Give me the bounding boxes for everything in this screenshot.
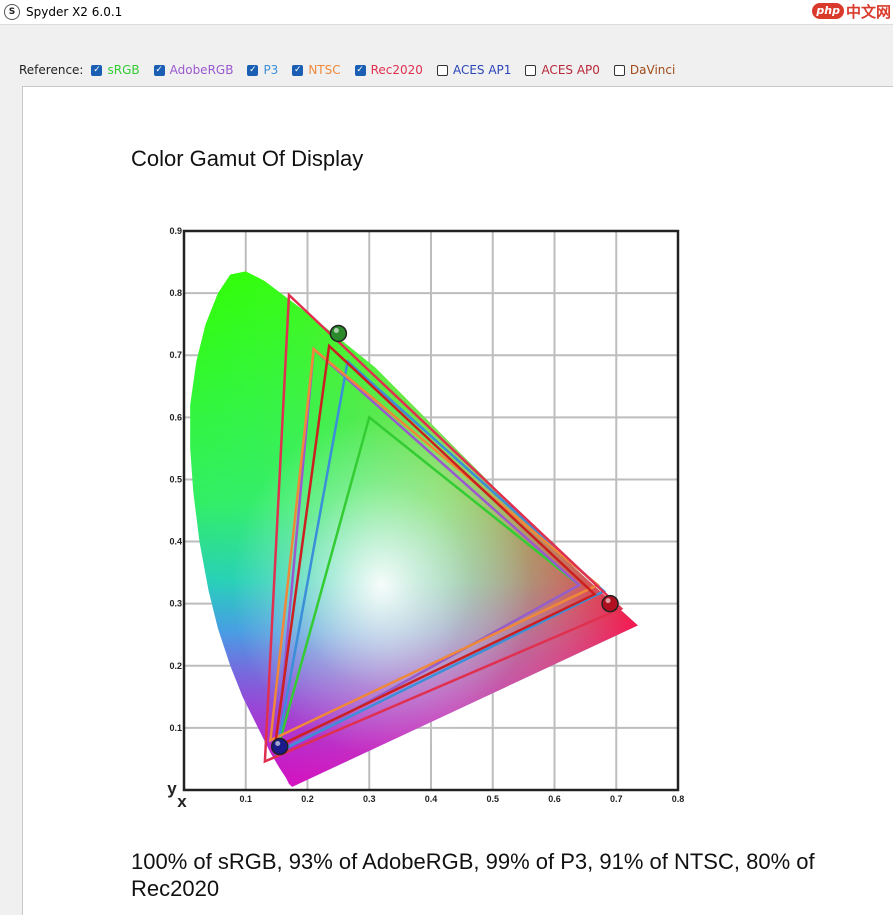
primary-marker	[270, 737, 289, 756]
x-tick-label: 0.4	[425, 794, 438, 804]
primary-marker	[601, 594, 619, 613]
y-tick-label: 0.7	[169, 350, 182, 360]
y-tick-label: 0.9	[169, 226, 182, 236]
x-tick-label: 0.3	[363, 794, 376, 804]
y-tick-label: 0.2	[169, 661, 182, 671]
primary-marker	[329, 324, 348, 343]
y-tick-label: 0.3	[169, 599, 182, 609]
y-tick-label: 0.4	[169, 537, 182, 547]
x-tick-label: 0.6	[548, 794, 561, 804]
x-tick-label: 0.8	[672, 794, 685, 804]
y-tick-label: 0.6	[169, 412, 182, 422]
primary-marker-highlight	[605, 598, 611, 604]
x-tick-label: 0.5	[486, 794, 499, 804]
y-axis-label: y	[167, 779, 177, 798]
x-tick-label: 0.1	[239, 794, 252, 804]
x-axis-label: x	[177, 792, 187, 811]
gamut-chart: 0.1 0.2 0.3 0.4 0.5 0.6 0.7 0.8 0.1 0.2 0.3 0.4 0.5 0…	[167, 226, 685, 811]
y-tick-label: 0.1	[169, 723, 182, 733]
x-tick-label: 0.2	[301, 794, 314, 804]
primary-marker-highlight	[275, 741, 281, 747]
gamut-summary: 100% of sRGB, 93% of AdobeRGB, 99% of P3…	[131, 849, 815, 901]
y-tick-label: 0.5	[169, 474, 182, 484]
white-point-glow	[231, 415, 532, 756]
x-tick-label: 0.7	[610, 794, 623, 804]
y-tick-label: 0.8	[169, 288, 182, 298]
primary-marker-highlight	[333, 327, 339, 333]
